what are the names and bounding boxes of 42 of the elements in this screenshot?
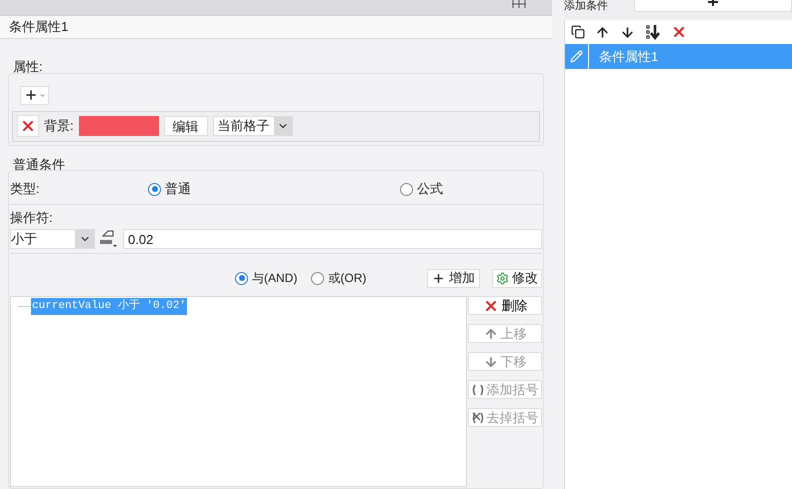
copy-icon[interactable] (571, 25, 585, 39)
radio-label: 与(AND) (252, 270, 298, 287)
property-label: 背景: (44, 117, 74, 136)
delete-icon (20, 118, 36, 134)
color-swatch[interactable] (78, 116, 159, 136)
section-legend: 属性: (13, 57, 544, 76)
plus-icon (708, 0, 718, 6)
move-down-icon[interactable] (620, 24, 635, 40)
plus-icon (432, 272, 445, 284)
gear-icon (496, 272, 509, 284)
radio-label: 或(OR) (328, 270, 366, 287)
pencil-icon (570, 50, 583, 63)
radio-label: 普通 (165, 180, 191, 198)
plus-icon (24, 88, 38, 102)
move-up-icon[interactable] (595, 24, 610, 40)
add-button[interactable]: 增加 (427, 268, 480, 288)
scope-dropdown[interactable]: 当前格子 (212, 116, 293, 136)
add-condition-label: 添加条件 (564, 0, 608, 13)
radio-label: 公式 (417, 180, 443, 198)
radio-button[interactable] (235, 272, 248, 284)
remove-brackets-icon (472, 412, 484, 424)
section-legend: 普通条件 (13, 154, 544, 174)
operator-dropdown[interactable]: 小于 (10, 229, 95, 249)
add-property-button[interactable] (20, 86, 49, 104)
brackets-icon (472, 384, 484, 396)
remove-property-button[interactable] (17, 115, 39, 137)
action-button[interactable]: 删除 (468, 296, 542, 315)
modify-button[interactable]: 修改 (492, 268, 542, 288)
delete-icon[interactable] (671, 24, 687, 40)
caret-icon (38, 92, 46, 98)
edit-button[interactable]: 编辑 (164, 116, 208, 136)
radio-button[interactable] (311, 272, 324, 284)
value-type-icon[interactable] (99, 230, 119, 248)
value-field[interactable]: 0.02 (123, 229, 542, 249)
field-label: 类型: (10, 180, 41, 198)
field-label: 操作符: (10, 209, 54, 226)
move-bottom-icon[interactable] (645, 24, 661, 40)
radio-button[interactable] (400, 182, 413, 196)
radio-button[interactable] (148, 182, 161, 196)
panel-title: 条件属性1 (9, 18, 68, 36)
arrow-down-icon (484, 354, 498, 368)
grid-icon[interactable] (512, 0, 526, 8)
